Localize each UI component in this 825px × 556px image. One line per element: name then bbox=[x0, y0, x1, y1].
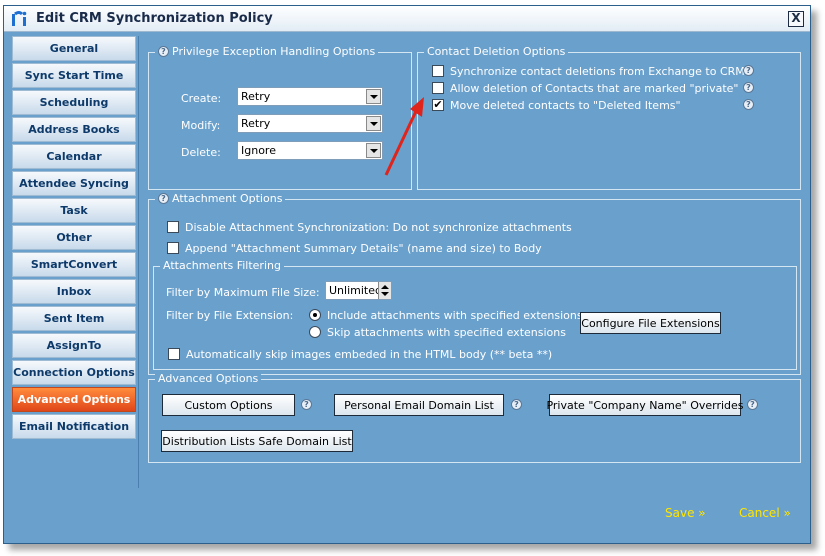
attachments-filtering-group: Attachments Filtering Filter by Maximum … bbox=[153, 259, 797, 370]
create-select[interactable]: Retry bbox=[237, 87, 383, 106]
modify-select-value: Retry bbox=[241, 117, 271, 130]
modify-label: Modify: bbox=[181, 119, 221, 132]
dialog-window: Edit CRM Synchronization Policy X Genera… bbox=[3, 5, 811, 544]
contact-deletion-legend: Contact Deletion Options bbox=[427, 45, 566, 58]
sidebar-item-assignto[interactable]: AssignTo bbox=[12, 333, 136, 358]
sidebar-item-task[interactable]: Task bbox=[12, 198, 136, 223]
skip-ext-label: Skip attachments with specified extensio… bbox=[327, 326, 566, 339]
disable-attachment-sync-label: Disable Attachment Synchronization: Do n… bbox=[185, 221, 572, 234]
attachments-filtering-legend: Attachments Filtering bbox=[163, 259, 281, 272]
chevron-down-icon[interactable] bbox=[366, 89, 381, 104]
privilege-options-group: ? Privilege Exception Handling Options C… bbox=[148, 45, 412, 190]
window-title: Edit CRM Synchronization Policy bbox=[36, 11, 273, 26]
max-size-label: Filter by Maximum File Size: bbox=[166, 286, 320, 299]
privilege-legend: Privilege Exception Handling Options bbox=[172, 45, 376, 58]
title-bar: Edit CRM Synchronization Policy X bbox=[4, 6, 810, 32]
sidebar-item-inbox[interactable]: Inbox bbox=[12, 279, 136, 304]
chevron-up-icon[interactable] bbox=[381, 285, 389, 289]
distribution-lists-domain-button[interactable]: Distribution Lists Safe Domain List bbox=[161, 430, 353, 452]
sidebar-item-advanced-options[interactable]: Advanced Options bbox=[12, 387, 136, 412]
skip-images-checkbox[interactable] bbox=[168, 348, 180, 360]
help-icon[interactable]: ? bbox=[747, 399, 758, 410]
sync-deletions-checkbox[interactable] bbox=[432, 65, 444, 77]
skip-images-label: Automatically skip images embeded in the… bbox=[186, 348, 553, 361]
allow-private-deletion-label: Allow deletion of Contacts that are mark… bbox=[450, 82, 739, 95]
sync-deletions-label: Synchronize contact deletions from Excha… bbox=[450, 65, 745, 78]
attachment-legend: Attachment Options bbox=[172, 192, 283, 205]
cancel-button[interactable]: Cancel » bbox=[739, 506, 791, 520]
configure-extensions-button[interactable]: Configure File Extensions bbox=[580, 312, 721, 334]
close-button[interactable]: X bbox=[788, 11, 804, 27]
help-icon[interactable]: ? bbox=[743, 82, 754, 93]
skip-ext-radio[interactable] bbox=[309, 326, 321, 338]
attachment-options-group: ? Attachment Options Disable Attachment … bbox=[148, 192, 801, 375]
append-summary-label: Append "Attachment Summary Details" (nam… bbox=[185, 242, 542, 255]
contact-deletion-group: Contact Deletion Options Synchronize con… bbox=[417, 45, 801, 190]
advanced-legend: Advanced Options bbox=[158, 372, 259, 385]
custom-options-button[interactable]: Custom Options bbox=[162, 394, 295, 416]
sidebar-item-address-books[interactable]: Address Books bbox=[12, 117, 136, 142]
sidebar-item-scheduling[interactable]: Scheduling bbox=[12, 90, 136, 115]
sidebar-item-smartconvert[interactable]: SmartConvert bbox=[12, 252, 136, 277]
max-size-stepper[interactable]: Unlimited bbox=[325, 281, 392, 300]
help-icon[interactable]: ? bbox=[158, 46, 169, 57]
sidebar-item-sync-start-time[interactable]: Sync Start Time bbox=[12, 63, 136, 88]
append-summary-checkbox[interactable] bbox=[167, 242, 179, 254]
personal-email-domain-button[interactable]: Personal Email Domain List bbox=[334, 394, 504, 416]
help-icon[interactable]: ? bbox=[743, 65, 754, 76]
sidebar-item-sent-item[interactable]: Sent Item bbox=[12, 306, 136, 331]
delete-label: Delete: bbox=[181, 146, 221, 159]
help-icon[interactable]: ? bbox=[743, 99, 754, 110]
ext-filter-label: Filter by File Extension: bbox=[166, 309, 294, 322]
app-logo-icon bbox=[12, 11, 27, 26]
modify-select[interactable]: Retry bbox=[237, 114, 383, 133]
include-ext-label: Include attachments with specified exten… bbox=[327, 309, 583, 322]
include-ext-radio[interactable] bbox=[309, 309, 321, 321]
create-label: Create: bbox=[181, 92, 222, 105]
help-icon[interactable]: ? bbox=[511, 399, 522, 410]
sidebar-item-general[interactable]: General bbox=[12, 36, 136, 61]
chevron-down-icon[interactable] bbox=[381, 292, 389, 296]
sidebar-item-connection-options[interactable]: Connection Options bbox=[12, 360, 136, 385]
sidebar-item-attendee-syncing[interactable]: Attendee Syncing bbox=[12, 171, 136, 196]
stepper-buttons[interactable] bbox=[378, 282, 391, 299]
disable-attachment-sync-checkbox[interactable] bbox=[167, 221, 179, 233]
sidebar-nav: General Sync Start Time Scheduling Addre… bbox=[12, 36, 136, 486]
advanced-options-group: Advanced Options Custom Options ? Person… bbox=[148, 372, 801, 463]
annotation-arrow-icon bbox=[384, 97, 424, 176]
chevron-down-icon[interactable] bbox=[366, 116, 381, 131]
help-icon[interactable]: ? bbox=[301, 399, 312, 410]
move-deleted-checkbox[interactable]: ✔ bbox=[432, 99, 444, 111]
private-company-overrides-button[interactable]: Private "Company Name" Overrides bbox=[546, 394, 744, 416]
sidebar-item-other[interactable]: Other bbox=[12, 225, 136, 250]
help-icon[interactable]: ? bbox=[158, 193, 169, 204]
max-size-value: Unlimited bbox=[329, 284, 382, 297]
sidebar-item-calendar[interactable]: Calendar bbox=[12, 144, 136, 169]
chevron-down-icon[interactable] bbox=[366, 143, 381, 158]
sidebar-divider bbox=[138, 36, 139, 488]
delete-select-value: Ignore bbox=[241, 144, 276, 157]
delete-select[interactable]: Ignore bbox=[237, 141, 383, 160]
allow-private-deletion-checkbox[interactable] bbox=[432, 82, 444, 94]
save-button[interactable]: Save » bbox=[665, 506, 706, 520]
move-deleted-label: Move deleted contacts to "Deleted Items" bbox=[450, 99, 681, 112]
sidebar-item-email-notification[interactable]: Email Notification bbox=[12, 414, 136, 439]
create-select-value: Retry bbox=[241, 90, 271, 103]
